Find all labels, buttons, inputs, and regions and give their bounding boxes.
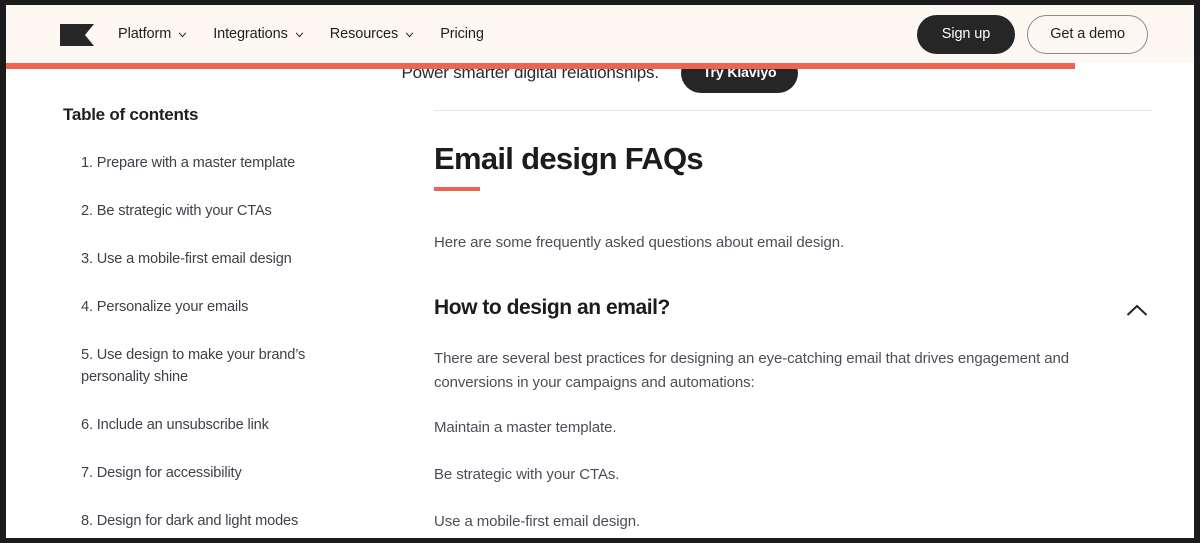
- nav-item-pricing-label: Pricing: [440, 26, 484, 42]
- nav-item-resources-label: Resources: [329, 26, 399, 42]
- site-header: Platform Integrations Resources Pricing: [6, 5, 1194, 63]
- reading-progress-fill: [6, 63, 1076, 69]
- section-divider: [434, 110, 1152, 111]
- nav-item-platform[interactable]: Platform: [116, 22, 189, 46]
- toc-item-2[interactable]: 2. Be strategic with your CTAs: [81, 200, 333, 222]
- page-content: Table of contents 1. Prepare with a mast…: [6, 69, 1194, 538]
- nav-item-integrations[interactable]: Integrations: [211, 22, 306, 46]
- table-of-contents: Table of contents 1. Prepare with a mast…: [63, 105, 333, 538]
- webpage: Power smarter digital relationships. Try…: [6, 5, 1194, 538]
- chevron-down-icon: [178, 32, 187, 38]
- faq-step-2: Be strategic with your CTAs.: [434, 466, 620, 483]
- toc-item-7[interactable]: 7. Design for accessibility: [81, 462, 333, 484]
- faq-step-3: Use a mobile-first email design.: [434, 513, 641, 530]
- faq-step-1: Maintain a master template.: [434, 419, 617, 436]
- nav-item-resources[interactable]: Resources: [328, 22, 416, 46]
- faq-accordion: How to design an email? There are severa…: [434, 296, 1152, 538]
- nav-item-integrations-label: Integrations: [213, 26, 288, 42]
- chevron-up-icon[interactable]: [1126, 304, 1148, 317]
- reading-progress-bar: [6, 63, 1194, 69]
- nav-item-platform-label: Platform: [118, 26, 172, 42]
- toc-item-6[interactable]: 6. Include an unsubscribe link: [81, 414, 333, 436]
- article-column: Email design FAQs Here are some frequent…: [434, 69, 1152, 538]
- chevron-down-icon: [295, 32, 304, 38]
- toc-item-1[interactable]: 1. Prepare with a master template: [81, 152, 333, 174]
- title-accent-underline: [434, 187, 480, 191]
- chevron-down-icon: [405, 32, 414, 38]
- klaviyo-logo[interactable]: [60, 24, 94, 46]
- faq-answer-intro: There are several best practices for des…: [434, 350, 1070, 391]
- faq-answer: There are several best practices for des…: [434, 347, 1152, 538]
- sign-up-button[interactable]: Sign up: [916, 14, 1016, 54]
- get-a-demo-button[interactable]: Get a demo: [1027, 14, 1148, 54]
- faq-question: How to design an email?: [434, 296, 670, 319]
- page-title: Email design FAQs: [434, 141, 704, 176]
- toc-list: 1. Prepare with a master template 2. Be …: [63, 152, 333, 532]
- screenshot-frame: Power smarter digital relationships. Try…: [0, 0, 1200, 543]
- toc-heading: Table of contents: [63, 105, 199, 124]
- nav-item-pricing[interactable]: Pricing: [438, 22, 486, 46]
- article-intro: Here are some frequently asked questions…: [434, 234, 845, 251]
- klaviyo-logo-icon: [60, 24, 94, 46]
- toc-item-4[interactable]: 4. Personalize your emails: [81, 296, 333, 318]
- main-navigation: Platform Integrations Resources Pricing: [116, 5, 486, 63]
- faq-accordion-header[interactable]: How to design an email?: [434, 296, 1152, 320]
- header-actions: Sign up Get a demo: [916, 5, 1148, 63]
- toc-item-5[interactable]: 5. Use design to make your brand’s perso…: [81, 344, 333, 388]
- toc-item-8[interactable]: 8. Design for dark and light modes: [81, 510, 333, 532]
- toc-item-3[interactable]: 3. Use a mobile-first email design: [81, 248, 333, 270]
